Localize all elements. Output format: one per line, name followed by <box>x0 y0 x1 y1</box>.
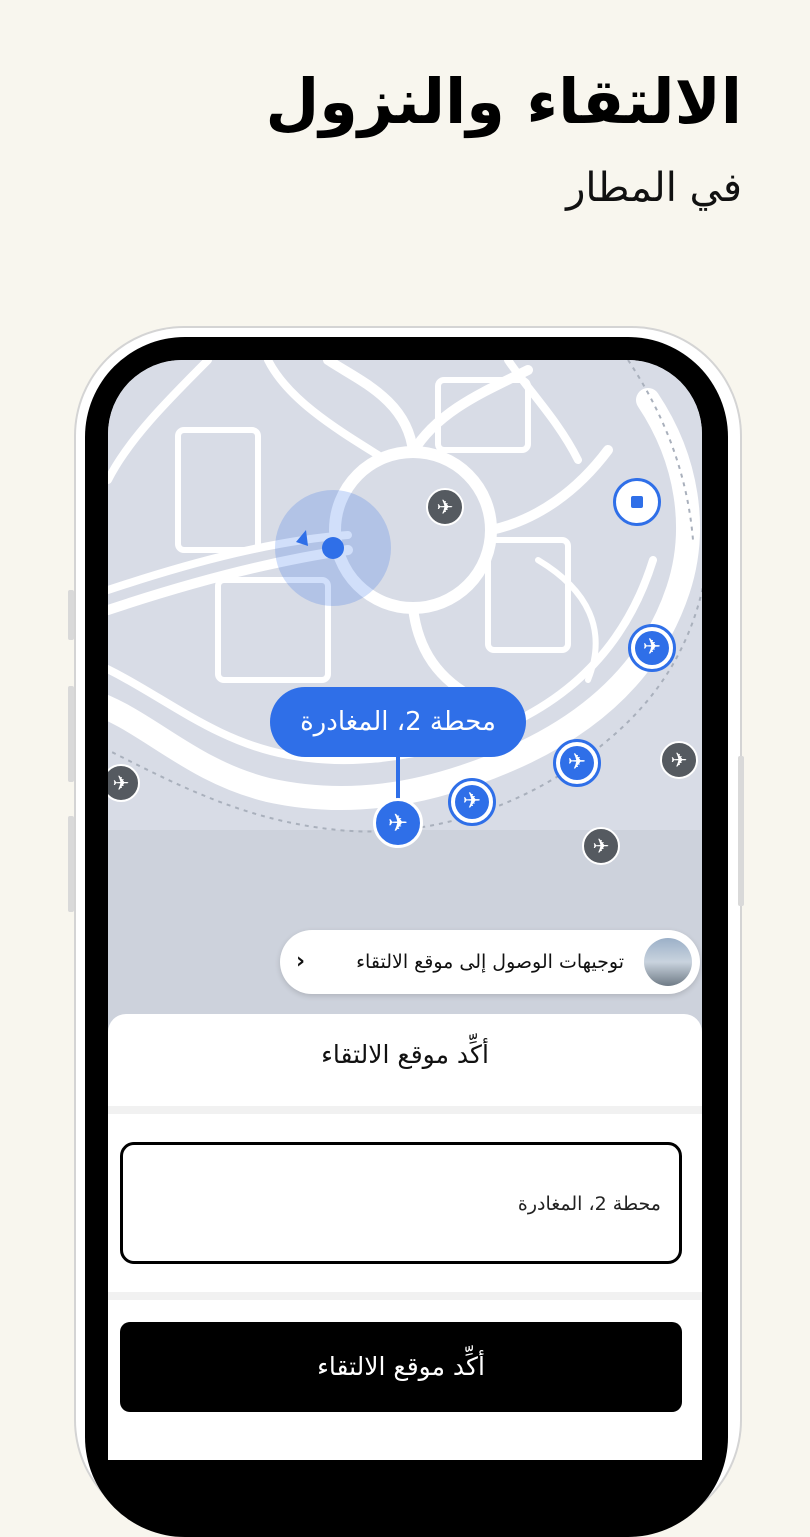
pickup-address-field[interactable]: محطة 2، المغادرة <box>120 1142 682 1264</box>
phone-screen: ✈ ✈ ✈ ✈ ✈ ✈ ✈ ✈ محطة 2، المغادرة توجيهات… <box>108 360 702 1460</box>
chevron-left-icon: ‹ <box>296 949 306 974</box>
phone-side-button <box>68 686 74 782</box>
stop-square-icon[interactable] <box>613 478 661 526</box>
pickup-callout[interactable]: محطة 2، المغادرة <box>270 687 526 757</box>
sheet-title: أكِّد موقع الالتقاء <box>321 1040 489 1069</box>
airplane-icon[interactable]: ✈ <box>448 778 496 826</box>
confirm-pickup-button[interactable]: أكِّد موقع الالتقاء <box>120 1322 682 1412</box>
divider <box>108 1106 702 1114</box>
bottom-sheet: أكِّد موقع الالتقاء محطة 2، المغادرة أكِ… <box>108 1014 702 1460</box>
location-photo-thumbnail <box>644 938 692 986</box>
page-subtitle: في المطار <box>566 165 742 211</box>
phone-side-button <box>68 816 74 912</box>
airplane-icon[interactable]: ✈ <box>373 798 423 848</box>
airplane-icon[interactable]: ✈ <box>553 739 601 787</box>
directions-chip[interactable]: توجيهات الوصول إلى موقع الالتقاء ‹ <box>280 930 700 994</box>
callout-stem <box>396 757 400 801</box>
directions-label: توجيهات الوصول إلى موقع الالتقاء <box>356 951 624 973</box>
airplane-icon[interactable]: ✈ <box>660 741 698 779</box>
page-headline: الالتقاء والنزول <box>265 65 742 138</box>
phone-side-button <box>68 590 74 640</box>
airplane-icon[interactable]: ✈ <box>426 488 464 526</box>
airplane-icon[interactable]: ✈ <box>628 624 676 672</box>
phone-side-button <box>738 756 744 906</box>
airplane-icon[interactable]: ✈ <box>582 827 620 865</box>
divider <box>108 1292 702 1300</box>
pickup-address-value: محطة 2، المغادرة <box>517 1193 661 1215</box>
